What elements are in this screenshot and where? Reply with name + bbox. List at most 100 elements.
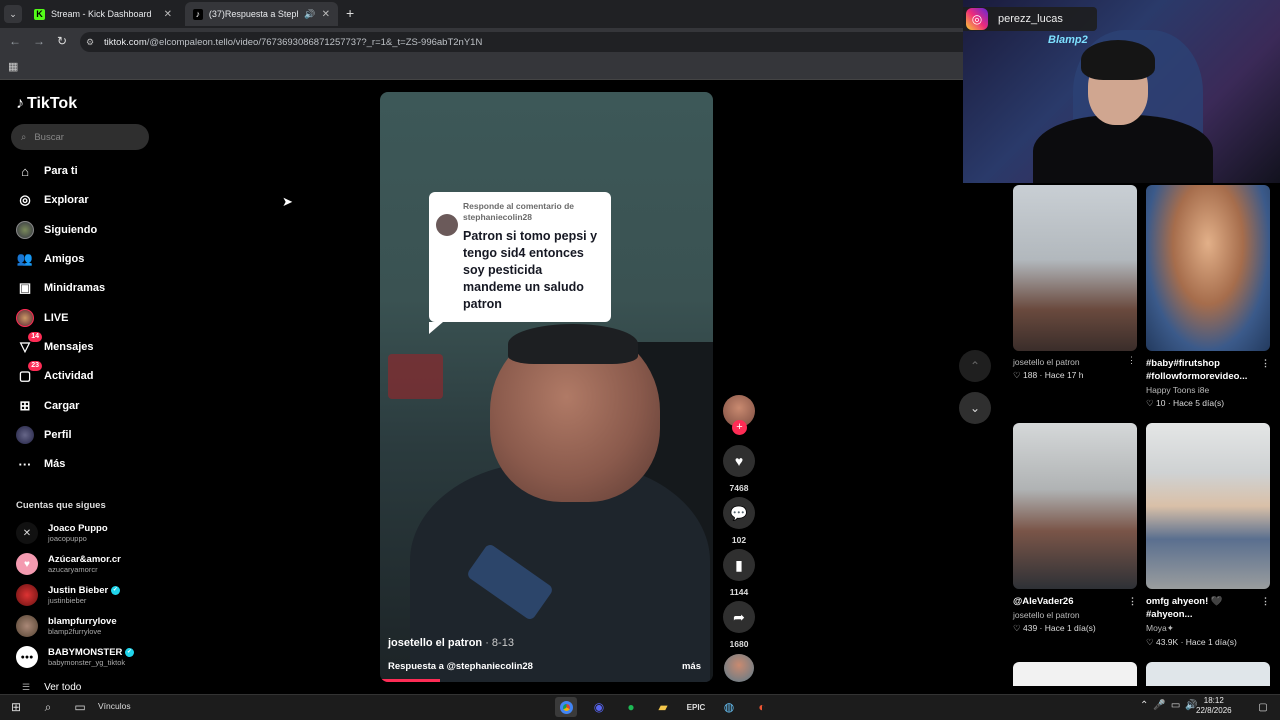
video-author[interactable]: josetello el patron · 8-13 [388, 637, 514, 649]
sidebar-item-amigos[interactable]: 👥 Amigos [16, 249, 84, 269]
sidebar-item-live[interactable]: LIVE [16, 308, 68, 328]
taskbar-clock[interactable]: 18:12 22/8/2026 [1196, 696, 1232, 716]
following-account[interactable]: ♥ Azúcar&amor.cr azucaryamorcr [16, 553, 121, 575]
follow-plus-icon[interactable]: + [732, 420, 747, 435]
new-tab-button[interactable]: + [346, 5, 354, 21]
sidebar-item-explorar[interactable]: ◎ Explorar [16, 190, 88, 210]
account-username: azucaryamorcr [48, 565, 98, 574]
friends-icon: 👥 [16, 251, 34, 266]
previous-video-button[interactable]: ⌃ [959, 350, 991, 382]
video-date: · 8-13 [485, 637, 514, 649]
notifications-icon[interactable]: ▢ [1252, 697, 1274, 717]
logo-text: TikTok [27, 95, 78, 112]
tab-close-icon[interactable]: ✕ [322, 9, 330, 20]
video-thumbnail[interactable] [1146, 662, 1270, 686]
like-action[interactable]: ♥ 7468 [723, 445, 755, 493]
tab-tiktok-video[interactable]: ♪ (37)Respuesta a Stephanie 🔊 ✕ [185, 2, 338, 26]
video-thumbnail[interactable] [1013, 185, 1137, 351]
system-tray-icons[interactable]: ⌃🎤▭🔊 [1140, 700, 1203, 711]
video-thumbnail[interactable] [1146, 185, 1270, 351]
task-view-icon[interactable]: ▭ [69, 697, 91, 717]
tab-search-button[interactable]: ⌄ [4, 5, 22, 23]
more-options-icon[interactable]: ⋮ [1127, 355, 1136, 366]
sidebar-item-actividad[interactable]: ▢ 23 Actividad [16, 361, 94, 386]
avatar [16, 615, 38, 637]
save-action[interactable]: ▮ 1144 [723, 549, 755, 597]
tiktok-favicon-icon: ♪ [193, 8, 203, 20]
related-video-card[interactable]: #baby#firutshop #followformorevideo... ⋮ … [1146, 185, 1270, 409]
share-action[interactable]: ➦ 1680 [723, 601, 755, 649]
activity-icon: ▢ 23 [16, 361, 42, 385]
related-video-card[interactable] [1013, 662, 1137, 686]
url-field[interactable]: tiktok.com/@elcompaleon.tello/video/7673… [80, 32, 963, 52]
tab-kick-dashboard[interactable]: K Stream - Kick Dashboard ✕ [26, 2, 180, 26]
chrome-icon[interactable] [555, 697, 577, 717]
card-stats: ♡ 188 · Hace 17 h [1013, 370, 1084, 380]
following-account[interactable]: ✕ Joaco Puppo joacopuppo [16, 522, 108, 544]
sidebar-item-mas[interactable]: ··· Más [16, 454, 66, 474]
related-video-card[interactable]: omfg ahyeon! 🖤 #ahyeon... ⋮ Moya✦ ♡ 43.9K… [1146, 423, 1270, 648]
comment-action[interactable]: 💬 102 [723, 497, 755, 545]
back-icon[interactable]: ← [9, 34, 21, 48]
related-videos-grid: josetello el patron ♡ 188 · Hace 17 h ⋮ … [1002, 183, 1280, 686]
share-icon[interactable]: ➦ [723, 601, 755, 633]
search-input[interactable]: ⌕ Buscar [11, 124, 149, 150]
messages-icon: ▽ 14 [16, 332, 42, 356]
sidebar-item-perfil[interactable]: Perfil [16, 425, 72, 445]
upload-icon: ⊞ [19, 398, 31, 413]
tiktok-logo[interactable]: ♪ TikTok [16, 95, 77, 113]
more-caption-button[interactable]: más [682, 661, 701, 672]
next-video-button[interactable]: ⌄ [959, 392, 991, 424]
related-video-card[interactable] [1146, 662, 1270, 686]
verified-icon: ✓ [110, 585, 120, 595]
related-video-card[interactable]: josetello el patron ♡ 188 · Hace 17 h [1013, 185, 1137, 381]
video-player[interactable]: Responde al comentario de stephaniecolin… [380, 92, 713, 682]
windows-start-icon[interactable]: ⊞ [5, 697, 27, 717]
more-options-icon[interactable]: ⋮ [1128, 595, 1137, 608]
sidebar-item-minidramas[interactable]: ▣ Minidramas [16, 278, 105, 298]
nav-label: LIVE [44, 312, 69, 324]
more-options-icon[interactable]: ⋮ [1261, 357, 1270, 383]
following-account[interactable]: blampfurrylove blamp2furrylove [16, 615, 117, 637]
steam-icon[interactable]: ◍ [718, 697, 740, 717]
following-account[interactable]: ●●● BABYMONSTER ✓ babymonster_yg_tiktok [16, 646, 135, 668]
related-video-card[interactable]: @AleVader26 ⋮ josetello el patron ♡ 439 ·… [1013, 423, 1137, 634]
tab-close-icon[interactable]: ✕ [164, 9, 172, 20]
card-likes: 439 [1022, 623, 1038, 633]
video-thumbnail[interactable] [1013, 423, 1137, 589]
sidebar-item-cargar[interactable]: ⊞ Cargar [16, 396, 80, 416]
sidebar-item-para-ti[interactable]: ⌂ Para ti [16, 161, 78, 181]
audio-icon[interactable]: 🔊 [304, 9, 315, 20]
video-thumbnail[interactable] [1146, 423, 1270, 589]
obs-icon[interactable]: ◐ [751, 697, 773, 717]
avatar [16, 584, 38, 606]
apps-grid-icon[interactable]: ▦ [8, 60, 18, 73]
file-explorer-icon[interactable]: ▰ [652, 697, 674, 717]
more-options-icon[interactable]: ⋮ [1261, 595, 1270, 621]
forward-icon[interactable]: → [33, 34, 45, 48]
sidebar-item-mensajes[interactable]: ▽ 14 Mensajes [16, 332, 94, 357]
video-thumbnail[interactable] [1013, 662, 1137, 686]
epic-games-icon[interactable]: EPIC [685, 697, 707, 717]
following-section-title: Cuentas que sigues [16, 500, 106, 511]
site-info-icon[interactable]: ⚙ [86, 37, 94, 48]
more-icon: ··· [18, 456, 32, 472]
sidebar-item-siguiendo[interactable]: Siguiendo [16, 220, 97, 240]
video-progress-bar[interactable] [380, 679, 440, 682]
account-username: babymonster_yg_tiktok [48, 658, 126, 667]
search-icon[interactable]: ⌕ [37, 697, 59, 717]
reload-icon[interactable]: ↻ [57, 34, 67, 48]
avatar [436, 214, 458, 236]
see-all-label: Ver todo [44, 682, 82, 693]
following-account[interactable]: Justin Bieber ✓ justinbieber [16, 584, 120, 606]
spotify-icon[interactable]: ● [620, 697, 642, 717]
comment-icon[interactable]: 💬 [723, 497, 755, 529]
heart-icon[interactable]: ♥ [723, 445, 755, 477]
bookmark-icon[interactable]: ▮ [723, 549, 755, 581]
taskbar-links-toolbar[interactable]: Vínculos [98, 701, 131, 711]
music-disc-avatar[interactable] [724, 654, 754, 682]
card-stats: ♡ 43.9K · Hace 1 día(s) [1146, 637, 1237, 647]
account-name: Joaco Puppo [48, 523, 108, 534]
discord-icon[interactable]: ◉ [588, 697, 610, 717]
see-all-link[interactable]: ☰ Ver todo [22, 682, 81, 693]
